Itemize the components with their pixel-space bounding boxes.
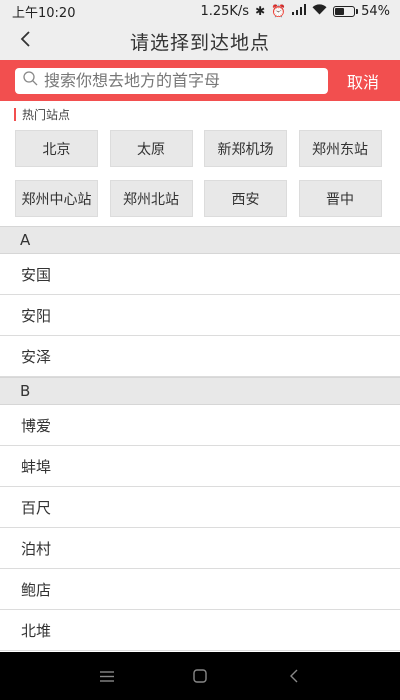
status-time: 上午10:20 [12,5,76,21]
cancel-button[interactable]: 取消 [347,69,379,93]
hot-stations-grid: 北京 太原 新郑机场 郑州东站 郑州中心站 郑州北站 西安 晋中 [15,130,387,217]
hot-stations-section: 热门站点 北京 太原 新郑机场 郑州东站 郑州中心站 郑州北站 西安 晋中 [0,101,400,225]
hot-station-button[interactable]: 西安 [204,180,287,217]
city-list-item[interactable]: 鲍店 [0,569,400,610]
search-input[interactable] [38,70,328,91]
back-icon[interactable] [273,656,313,696]
status-right: 1.25K/s ✱ ⏰ 54% [200,4,390,19]
hot-stations-title: 热门站点 [14,107,70,122]
battery-icon [333,5,359,17]
hot-station-button[interactable]: 郑州北站 [109,180,193,217]
city-list-item[interactable]: 百尺 [0,487,400,528]
hot-stations-label: 热门站点 [22,108,71,122]
city-list-item[interactable]: 北堆 [0,610,400,651]
city-list-item[interactable]: 安国 [0,254,400,295]
section-header-a: A [0,226,400,254]
city-list-item[interactable]: 蚌埠 [0,446,400,487]
status-icons: ✱ ⏰ [255,4,359,18]
home-icon[interactable] [180,656,220,696]
bluetooth-icon: ✱ [255,4,266,18]
title-accent-bar [14,108,16,121]
chevron-left-icon [19,30,31,52]
section-header-b: B [0,377,400,405]
hot-station-button[interactable]: 郑州东站 [298,130,382,167]
hot-station-button[interactable]: 太原 [109,130,193,167]
back-button[interactable] [10,22,40,60]
city-list-item[interactable]: 博爱 [0,405,400,446]
battery-percent: 54% [361,3,390,19]
nav-header: 请选择到达地点 [0,22,400,60]
hot-station-button[interactable]: 郑州中心站 [15,180,98,217]
hot-station-button[interactable]: 晋中 [298,180,382,217]
system-nav-bar [0,652,400,700]
page-title: 请选择到达地点 [129,31,270,54]
city-list[interactable]: A 安国 安阳 安泽 B 博爱 蚌埠 百尺 泊村 鲍店 北堆 [0,226,400,651]
status-bar: 上午10:20 1.25K/s ✱ ⏰ 54% [0,0,400,22]
city-list-item[interactable]: 安阳 [0,295,400,336]
network-speed: 1.25K/s [200,3,250,19]
hot-station-button[interactable]: 北京 [15,130,98,167]
signal-icon [292,4,307,18]
hot-station-button[interactable]: 新郑机场 [204,130,287,167]
search-icon [23,71,38,90]
search-bar: 取消 [0,60,400,101]
city-list-item[interactable]: 安泽 [0,336,400,377]
menu-icon[interactable] [87,656,127,696]
wifi-icon [312,4,327,18]
search-box[interactable] [15,67,328,94]
alarm-icon: ⏰ [271,4,287,18]
city-list-item[interactable]: 泊村 [0,528,400,569]
